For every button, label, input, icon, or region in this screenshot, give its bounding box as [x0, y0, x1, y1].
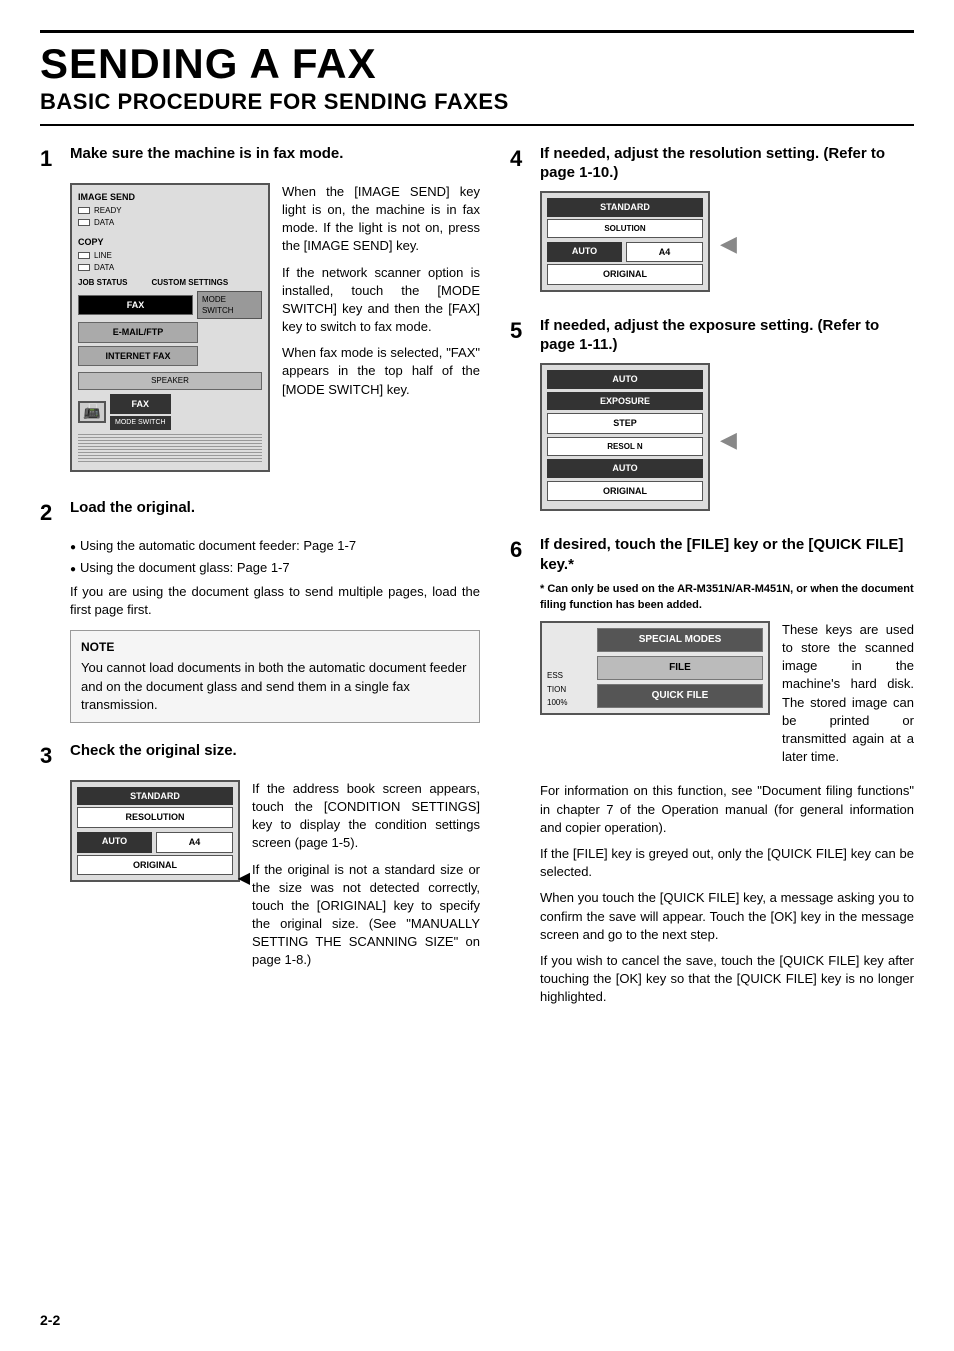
- step-1-num: 1: [40, 144, 62, 175]
- auto2-btn[interactable]: AUTO: [547, 459, 703, 478]
- exposure-screen-5: AUTO EXPOSURE STEP RESOL N AUTO ORIGINAL: [540, 363, 710, 511]
- step-6-body5: If you wish to cancel the save, touch th…: [540, 952, 914, 1007]
- job-status-label: JOB STATUS: [78, 277, 127, 288]
- fax-big-key[interactable]: FAX: [110, 394, 171, 415]
- step-1-body3: When fax mode is selected, "FAX" appears…: [282, 344, 480, 399]
- resolution-abbr-btn[interactable]: RESOL N: [547, 437, 703, 456]
- a4-btn-3[interactable]: A4: [156, 832, 233, 853]
- step-2-body: If you are using the document glass to s…: [70, 583, 480, 619]
- step-2-title: Load the original.: [70, 498, 195, 518]
- special-modes-key[interactable]: SPECIAL MODES: [597, 628, 763, 652]
- email-ftp-key[interactable]: E-MAIL/FTP: [78, 322, 198, 343]
- arrow-icon-3: ◀: [70, 868, 250, 890]
- original-exp-btn[interactable]: ORIGINAL: [547, 481, 703, 502]
- data-indicator-2: [78, 264, 90, 271]
- step-1-body1: When the [IMAGE SEND] key light is on, t…: [282, 183, 480, 256]
- file-panel: ESS TION 100% SPECIAL MODES FILE QUICK F…: [540, 621, 770, 715]
- resolution-btn-3[interactable]: RESOLUTION: [77, 807, 233, 828]
- standard-btn-3[interactable]: STANDARD: [77, 787, 233, 806]
- arrow-right-4: ◀: [720, 229, 737, 260]
- page-subtitle: BASIC PROCEDURE FOR SENDING FAXES: [40, 87, 914, 126]
- step-5: 5 If needed, adjust the exposure setting…: [510, 316, 914, 517]
- bullet-2: Using the document glass: Page 1-7: [70, 559, 480, 577]
- step-3-body2: If the original is not a standard size o…: [252, 861, 480, 970]
- tion-label: TION: [547, 684, 594, 695]
- resolution-screen-4: STANDARD SOLUTION AUTO A4 ORIGINAL: [540, 191, 710, 292]
- data-label-1: DATA: [94, 217, 114, 228]
- machine-panel: IMAGE SEND READY DATA COP: [70, 183, 270, 472]
- step-1-title: Make sure the machine is in fax mode.: [70, 144, 343, 164]
- step-6-body3: If the [FILE] key is greyed out, only th…: [540, 845, 914, 881]
- ready-label: READY: [94, 205, 122, 216]
- a4-btn-4[interactable]: A4: [626, 242, 703, 263]
- page-title: SENDING A FAX: [40, 41, 914, 87]
- standard-btn-4[interactable]: STANDARD: [547, 198, 703, 217]
- step-5-title: If needed, adjust the exposure setting. …: [540, 316, 914, 355]
- ready-indicator: [78, 207, 90, 214]
- step-4-num: 4: [510, 144, 532, 175]
- step-6-subtitle: * Can only be used on the AR-M351N/AR-M4…: [540, 582, 914, 613]
- original-btn-4[interactable]: ORIGINAL: [547, 264, 703, 285]
- step-6-num: 6: [510, 535, 532, 566]
- exposure-btn[interactable]: EXPOSURE: [547, 392, 703, 411]
- file-key[interactable]: FILE: [597, 656, 763, 680]
- step-4: 4 If needed, adjust the resolution setti…: [510, 144, 914, 298]
- percent-label: 100%: [547, 697, 594, 708]
- step-3: 3 Check the original size. STANDARD RESO…: [40, 741, 480, 978]
- auto-btn-4[interactable]: AUTO: [547, 242, 622, 263]
- step-1-body2: If the network scanner option is install…: [282, 264, 480, 337]
- step-6-body1: These keys are used to store the scanned…: [782, 621, 914, 767]
- auto-btn-3[interactable]: AUTO: [77, 832, 152, 853]
- step-6-body2: For information on this function, see "D…: [540, 782, 914, 837]
- arrow-right-5: ◀: [720, 425, 737, 456]
- step-2-num: 2: [40, 498, 62, 529]
- internet-fax-key[interactable]: INTERNET FAX: [78, 346, 198, 367]
- step-3-num: 3: [40, 741, 62, 772]
- data-indicator-1: [78, 219, 90, 226]
- quick-file-key[interactable]: QUICK FILE: [597, 684, 763, 708]
- step-2-bullets: Using the automatic document feeder: Pag…: [70, 537, 480, 577]
- data-label-2: DATA: [94, 262, 114, 273]
- copy-label: COPY: [78, 236, 135, 249]
- solution-btn-4[interactable]: SOLUTION: [547, 219, 703, 238]
- custom-settings-label: CUSTOM SETTINGS: [151, 277, 228, 288]
- step-btn[interactable]: STEP: [547, 413, 703, 434]
- line-indicator: [78, 252, 90, 259]
- mode-switch-key[interactable]: MODE SWITCH: [110, 416, 171, 430]
- step-5-num: 5: [510, 316, 532, 347]
- page-footer: 2-2: [40, 1311, 60, 1331]
- image-send-label: IMAGE SEND: [78, 191, 135, 204]
- note-title: NOTE: [81, 639, 469, 656]
- line-label: LINE: [94, 250, 112, 261]
- ess-label: ESS: [547, 670, 594, 681]
- step-2: 2 Load the original. Using the automatic…: [40, 498, 480, 723]
- step-6: 6 If desired, touch the [FILE] key or th…: [510, 535, 914, 1006]
- fax-icon: 📠: [78, 401, 106, 423]
- step-4-title: If needed, adjust the resolution setting…: [540, 144, 914, 183]
- note-body: You cannot load documents in both the au…: [81, 659, 469, 714]
- step-6-body4: When you touch the [QUICK FILE] key, a m…: [540, 889, 914, 944]
- note-box: NOTE You cannot load documents in both t…: [70, 630, 480, 723]
- auto-exp-btn[interactable]: AUTO: [547, 370, 703, 389]
- resolution-screen: STANDARD RESOLUTION AUTO A4 ORIGINAL: [70, 780, 240, 882]
- step-6-title: If desired, touch the [FILE] key or the …: [540, 535, 914, 574]
- fax-key[interactable]: FAX: [78, 295, 193, 316]
- step-3-body1: If the address book screen appears, touc…: [252, 780, 480, 853]
- speaker-key[interactable]: SPEAKER: [78, 372, 262, 389]
- mode-switch-label[interactable]: MODE SWITCH: [197, 291, 262, 319]
- step-1: 1 Make sure the machine is in fax mode. …: [40, 144, 480, 480]
- bullet-1: Using the automatic document feeder: Pag…: [70, 537, 480, 555]
- step-3-title: Check the original size.: [70, 741, 237, 761]
